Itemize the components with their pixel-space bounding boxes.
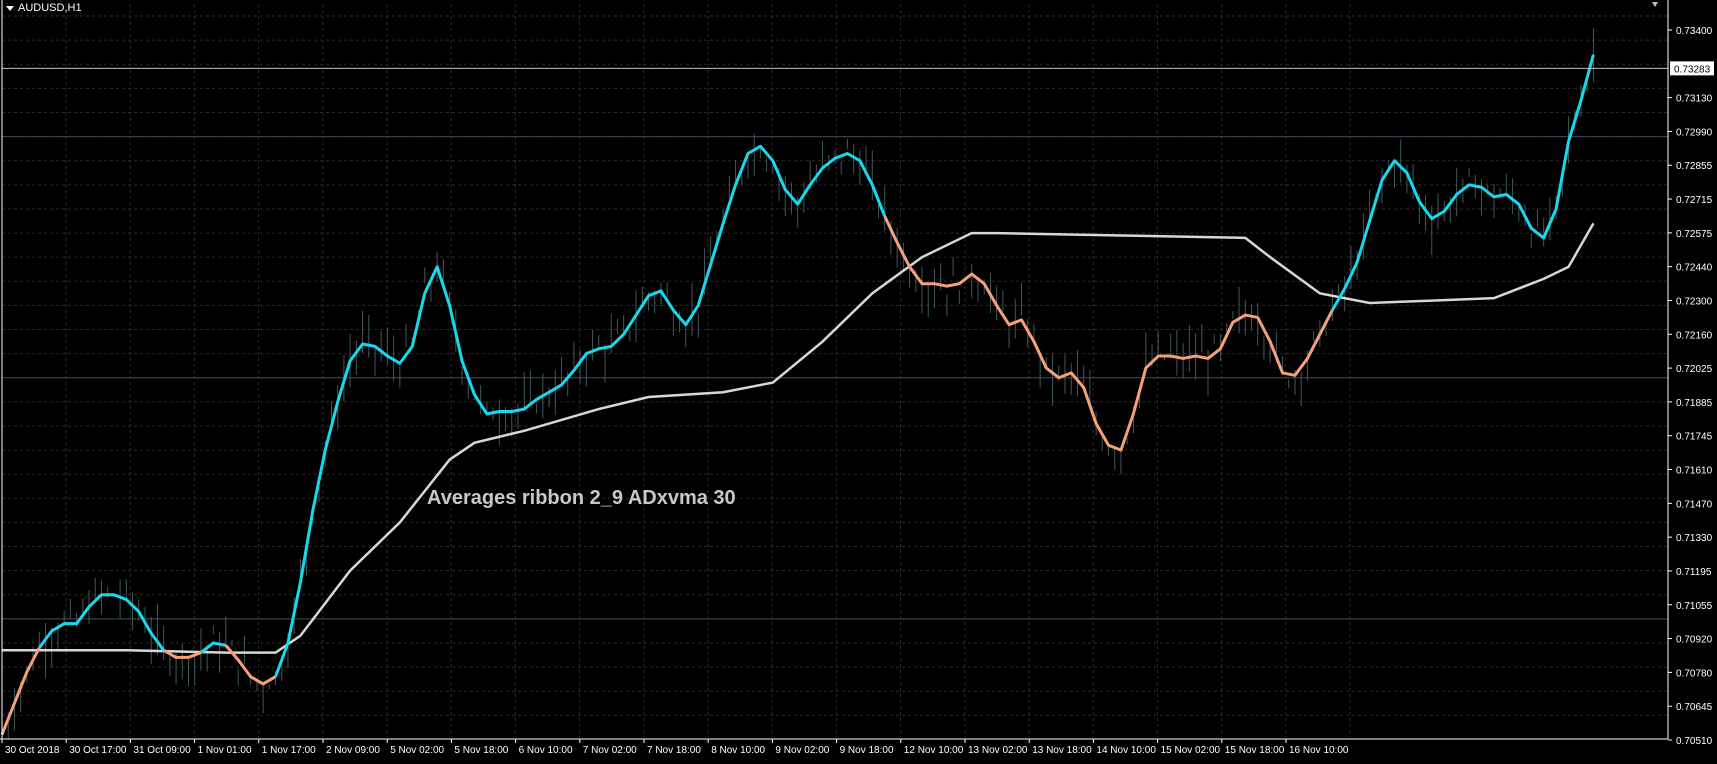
x-tick-label: 14 Nov 10:00 xyxy=(1096,745,1156,756)
x-tick-label: 15 Nov 18:00 xyxy=(1225,745,1285,756)
x-tick-label: 13 Nov 18:00 xyxy=(1032,745,1092,756)
x-tick-label: 5 Nov 18:00 xyxy=(454,745,508,756)
indicator-title: Averages ribbon 2_9 ADxvma 30 xyxy=(427,487,736,509)
y-tick-label: 0.70920 xyxy=(1676,635,1713,646)
y-tick-label: 0.72160 xyxy=(1676,330,1713,341)
y-tick-label: 0.72715 xyxy=(1676,195,1713,206)
x-tick-label: 13 Nov 02:00 xyxy=(968,745,1028,756)
symbol-timeframe-label: AUDUSD,H1 xyxy=(6,2,82,14)
x-tick-label: 12 Nov 10:00 xyxy=(904,745,964,756)
chart-window[interactable]: 0.73400 0.73130 0.72990 0.72855 0.72715 0.725… xyxy=(0,0,1717,759)
symbol-text: AUDUSD,H1 xyxy=(18,2,82,14)
y-tick-label: 0.73400 xyxy=(1676,26,1713,37)
y-tick-label: 0.72025 xyxy=(1676,364,1713,375)
x-tick-label: 7 Nov 18:00 xyxy=(647,745,701,756)
y-tick-label: 0.70510 xyxy=(1676,736,1713,747)
x-tick-label: 15 Nov 02:00 xyxy=(1161,745,1221,756)
x-tick-label: 1 Nov 17:00 xyxy=(262,745,316,756)
x-tick-label: 30 Oct 2018 xyxy=(5,745,60,756)
y-tick-label: 0.72440 xyxy=(1676,263,1713,274)
x-tick-label: 31 Oct 09:00 xyxy=(133,745,191,756)
y-tick-label: 0.71885 xyxy=(1676,398,1713,409)
x-tick-label: 16 Nov 10:00 xyxy=(1289,745,1349,756)
x-tick-label: 30 Oct 17:00 xyxy=(69,745,127,756)
x-tick-label: 9 Nov 18:00 xyxy=(840,745,894,756)
y-tick-label: 0.71055 xyxy=(1676,601,1713,612)
y-tick-label: 0.73130 xyxy=(1676,94,1713,105)
y-tick-label: 0.72575 xyxy=(1676,229,1713,240)
x-tick-label: 7 Nov 02:00 xyxy=(583,745,637,756)
y-tick-label: 0.72855 xyxy=(1676,161,1713,172)
x-tick-label: 9 Nov 02:00 xyxy=(775,745,829,756)
y-tick-label: 0.72300 xyxy=(1676,296,1713,307)
x-tick-label: 2 Nov 09:00 xyxy=(326,745,380,756)
x-tick-label: 1 Nov 01:00 xyxy=(198,745,252,756)
chart-background xyxy=(0,0,1717,759)
y-tick-label: 0.71470 xyxy=(1676,499,1713,510)
y-tick-label: 0.71745 xyxy=(1676,432,1713,443)
y-tick-label: 0.71610 xyxy=(1676,466,1713,477)
x-tick-label: 5 Nov 02:00 xyxy=(390,745,444,756)
y-tick-label: 0.71330 xyxy=(1676,533,1713,544)
dropdown-triangle-icon[interactable] xyxy=(6,5,14,11)
y-tick-label: 0.70780 xyxy=(1676,668,1713,679)
x-tick-label: 8 Nov 10:00 xyxy=(711,745,765,756)
y-tick-label: 0.70645 xyxy=(1676,702,1713,713)
y-tick-label: 0.71195 xyxy=(1676,567,1712,578)
price-chart[interactable]: 0.73400 0.73130 0.72990 0.72855 0.72715 0.725… xyxy=(0,0,1717,759)
x-tick-label: 6 Nov 10:00 xyxy=(519,745,573,756)
y-tick-label: 0.72990 xyxy=(1676,127,1713,138)
current-price-label: 0.73283 xyxy=(1674,64,1711,75)
